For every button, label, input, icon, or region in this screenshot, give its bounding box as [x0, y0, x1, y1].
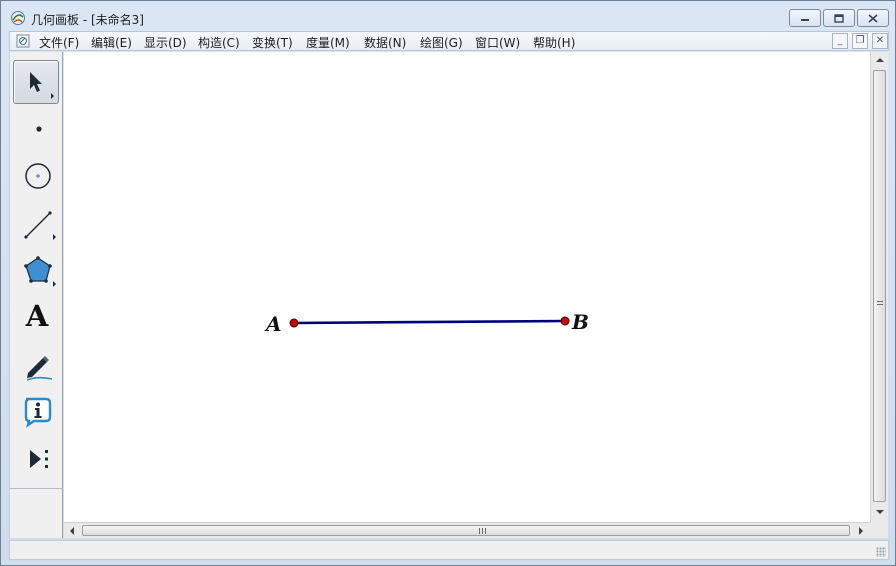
maximize-icon [834, 13, 844, 23]
compass-tool[interactable] [13, 153, 59, 197]
segment-icon [24, 211, 56, 240]
point-tool[interactable] [13, 106, 59, 150]
circle-icon [25, 163, 51, 189]
menu-file[interactable]: 文件(F) [39, 34, 79, 51]
pentagon-icon [24, 256, 56, 287]
sketch-canvas[interactable]: A B [64, 52, 870, 522]
status-bar [9, 540, 889, 560]
app-window: 几何画板 - [未命名3] 文件(F) 编辑(E) 显示(D) 构造(C) 变换… [0, 0, 896, 566]
resize-grip-icon[interactable] [876, 547, 886, 557]
label-b[interactable]: B [571, 310, 589, 334]
minimize-icon [801, 19, 809, 21]
info-icon [24, 397, 52, 428]
vertical-scroll-thumb[interactable] [873, 70, 886, 502]
grip-icon [877, 301, 883, 307]
scroll-up-icon[interactable] [876, 58, 884, 62]
marker-tool[interactable] [13, 341, 59, 385]
menu-bar: 文件(F) 编辑(E) 显示(D) 构造(C) 变换(T) 度量(M) 数据(N… [9, 31, 889, 51]
toolbox-divider [10, 488, 63, 489]
doc-close-icon: ✕ [875, 35, 885, 46]
straightedge-tool[interactable] [13, 200, 59, 244]
app-logo-icon [11, 11, 25, 25]
custom-tool[interactable] [13, 435, 59, 479]
doc-minimize-button[interactable]: _ [832, 33, 848, 49]
maximize-button[interactable] [823, 9, 855, 27]
vertical-scrollbar[interactable] [870, 52, 888, 522]
menu-help[interactable]: 帮助(H) [533, 34, 575, 51]
doc-restore-button[interactable]: ❐ [852, 33, 868, 49]
menu-construct[interactable]: 构造(C) [198, 34, 240, 51]
point-b[interactable] [560, 316, 570, 326]
arrow-select-tool[interactable] [13, 60, 59, 104]
label-a[interactable]: A [264, 312, 282, 336]
grip-icon [479, 528, 487, 534]
horizontal-scrollbar[interactable] [64, 522, 870, 538]
window-title: 几何画板 - [未命名3] [31, 13, 144, 27]
information-tool[interactable] [13, 388, 59, 432]
menu-display[interactable]: 显示(D) [144, 34, 187, 51]
doc-minimize-icon: _ [837, 35, 843, 46]
menu-number[interactable]: 数据(N) [364, 34, 406, 51]
marker-pen-icon [26, 356, 53, 381]
polygon-tool[interactable] [13, 247, 59, 291]
minimize-button[interactable] [789, 9, 821, 27]
close-button[interactable] [857, 9, 889, 27]
close-icon [868, 13, 878, 23]
text-icon: A [25, 299, 49, 333]
doc-close-button[interactable]: ✕ [872, 33, 888, 49]
play-more-icon [30, 450, 48, 468]
title-bar[interactable]: 几何画板 - [未命名3] [1, 1, 895, 31]
point-icon [36, 126, 42, 132]
scroll-left-icon[interactable] [70, 527, 74, 535]
scrollbar-corner [870, 522, 888, 538]
doc-restore-icon: ❐ [855, 35, 865, 46]
menu-window[interactable]: 窗口(W) [475, 34, 520, 51]
menu-graph[interactable]: 绘图(G) [420, 34, 463, 51]
document-icon[interactable] [16, 34, 30, 48]
scroll-right-icon[interactable] [859, 527, 863, 535]
segment-ab[interactable] [293, 319, 566, 325]
menu-transform[interactable]: 变换(T) [252, 34, 293, 51]
scroll-down-icon[interactable] [876, 510, 884, 514]
toolbox: A [9, 52, 63, 538]
point-a[interactable] [289, 318, 299, 328]
arrow-icon [30, 72, 54, 99]
menu-edit[interactable]: 编辑(E) [91, 34, 132, 51]
text-tool[interactable]: A [13, 294, 59, 338]
menu-measure[interactable]: 度量(M) [306, 34, 350, 51]
sketch-svg: A B [264, 310, 589, 336]
horizontal-scroll-thumb[interactable] [82, 525, 850, 536]
